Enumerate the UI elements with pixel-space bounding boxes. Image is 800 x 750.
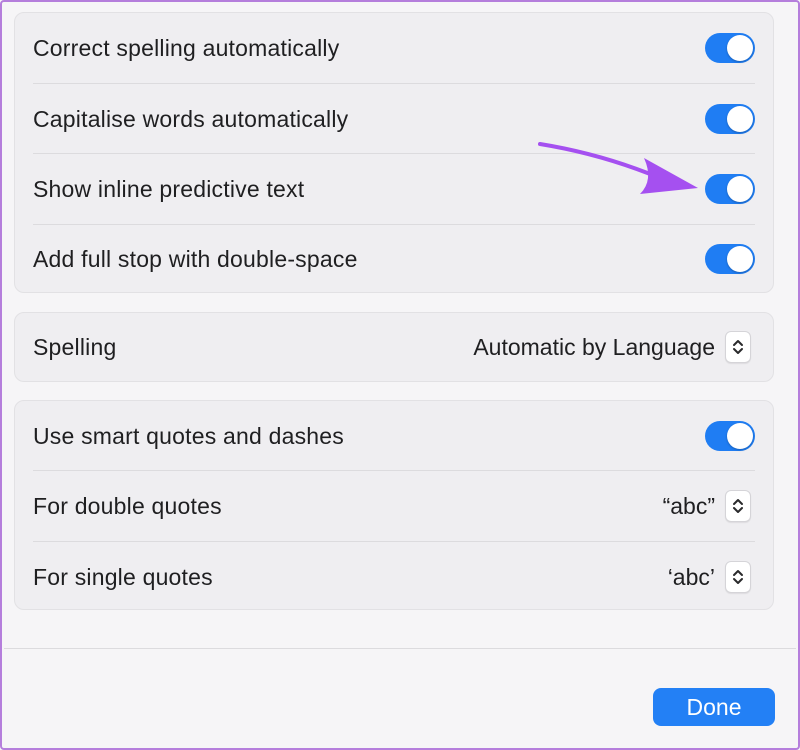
quotes-group: Use smart quotes and dashes For double q… <box>14 400 774 610</box>
done-button[interactable]: Done <box>653 688 775 726</box>
double-quotes-label: For double quotes <box>33 492 222 519</box>
toggle-knob <box>727 246 753 272</box>
spelling-group: Spelling Automatic by Language <box>14 312 774 382</box>
inline-predictive-row: Show inline predictive text <box>33 154 755 224</box>
double-quotes-popup[interactable]: “abc” <box>663 490 751 522</box>
smart-quotes-toggle[interactable] <box>705 421 755 451</box>
toggle-knob <box>727 106 753 132</box>
toggle-knob <box>727 423 753 449</box>
correct-spelling-row: Correct spelling automatically <box>33 13 755 83</box>
correct-spelling-toggle[interactable] <box>705 33 755 63</box>
capitalise-words-label: Capitalise words automatically <box>33 105 349 132</box>
full-stop-label: Add full stop with double-space <box>33 245 358 272</box>
inline-predictive-label: Show inline predictive text <box>33 175 305 202</box>
settings-sheet: Correct spelling automatically Capitalis… <box>0 0 800 750</box>
full-stop-row: Add full stop with double-space <box>33 224 755 294</box>
inline-predictive-toggle[interactable] <box>705 174 755 204</box>
up-down-chevron-icon <box>725 490 751 522</box>
footer-divider <box>4 648 796 649</box>
single-quotes-popup[interactable]: ‘abc’ <box>668 561 751 593</box>
double-quotes-row: For double quotes “abc” <box>33 471 755 541</box>
toggle-knob <box>727 176 753 202</box>
single-quotes-value: ‘abc’ <box>667 563 715 590</box>
spelling-popup[interactable]: Automatic by Language <box>473 331 751 363</box>
spelling-value: Automatic by Language <box>473 333 715 360</box>
full-stop-toggle[interactable] <box>705 244 755 274</box>
correct-spelling-label: Correct spelling automatically <box>33 34 340 61</box>
spelling-label: Spelling <box>33 333 117 360</box>
capitalise-words-row: Capitalise words automatically <box>33 84 755 154</box>
up-down-chevron-icon <box>725 331 751 363</box>
double-quotes-value: “abc” <box>662 492 715 519</box>
single-quotes-label: For single quotes <box>33 563 213 590</box>
up-down-chevron-icon <box>725 561 751 593</box>
single-quotes-row: For single quotes ‘abc’ <box>33 542 755 612</box>
spelling-row: Spelling Automatic by Language <box>33 313 755 381</box>
smart-quotes-label: Use smart quotes and dashes <box>33 422 344 449</box>
capitalise-words-toggle[interactable] <box>705 104 755 134</box>
typing-options-group: Correct spelling automatically Capitalis… <box>14 12 774 293</box>
smart-quotes-row: Use smart quotes and dashes <box>33 401 755 471</box>
toggle-knob <box>727 35 753 61</box>
